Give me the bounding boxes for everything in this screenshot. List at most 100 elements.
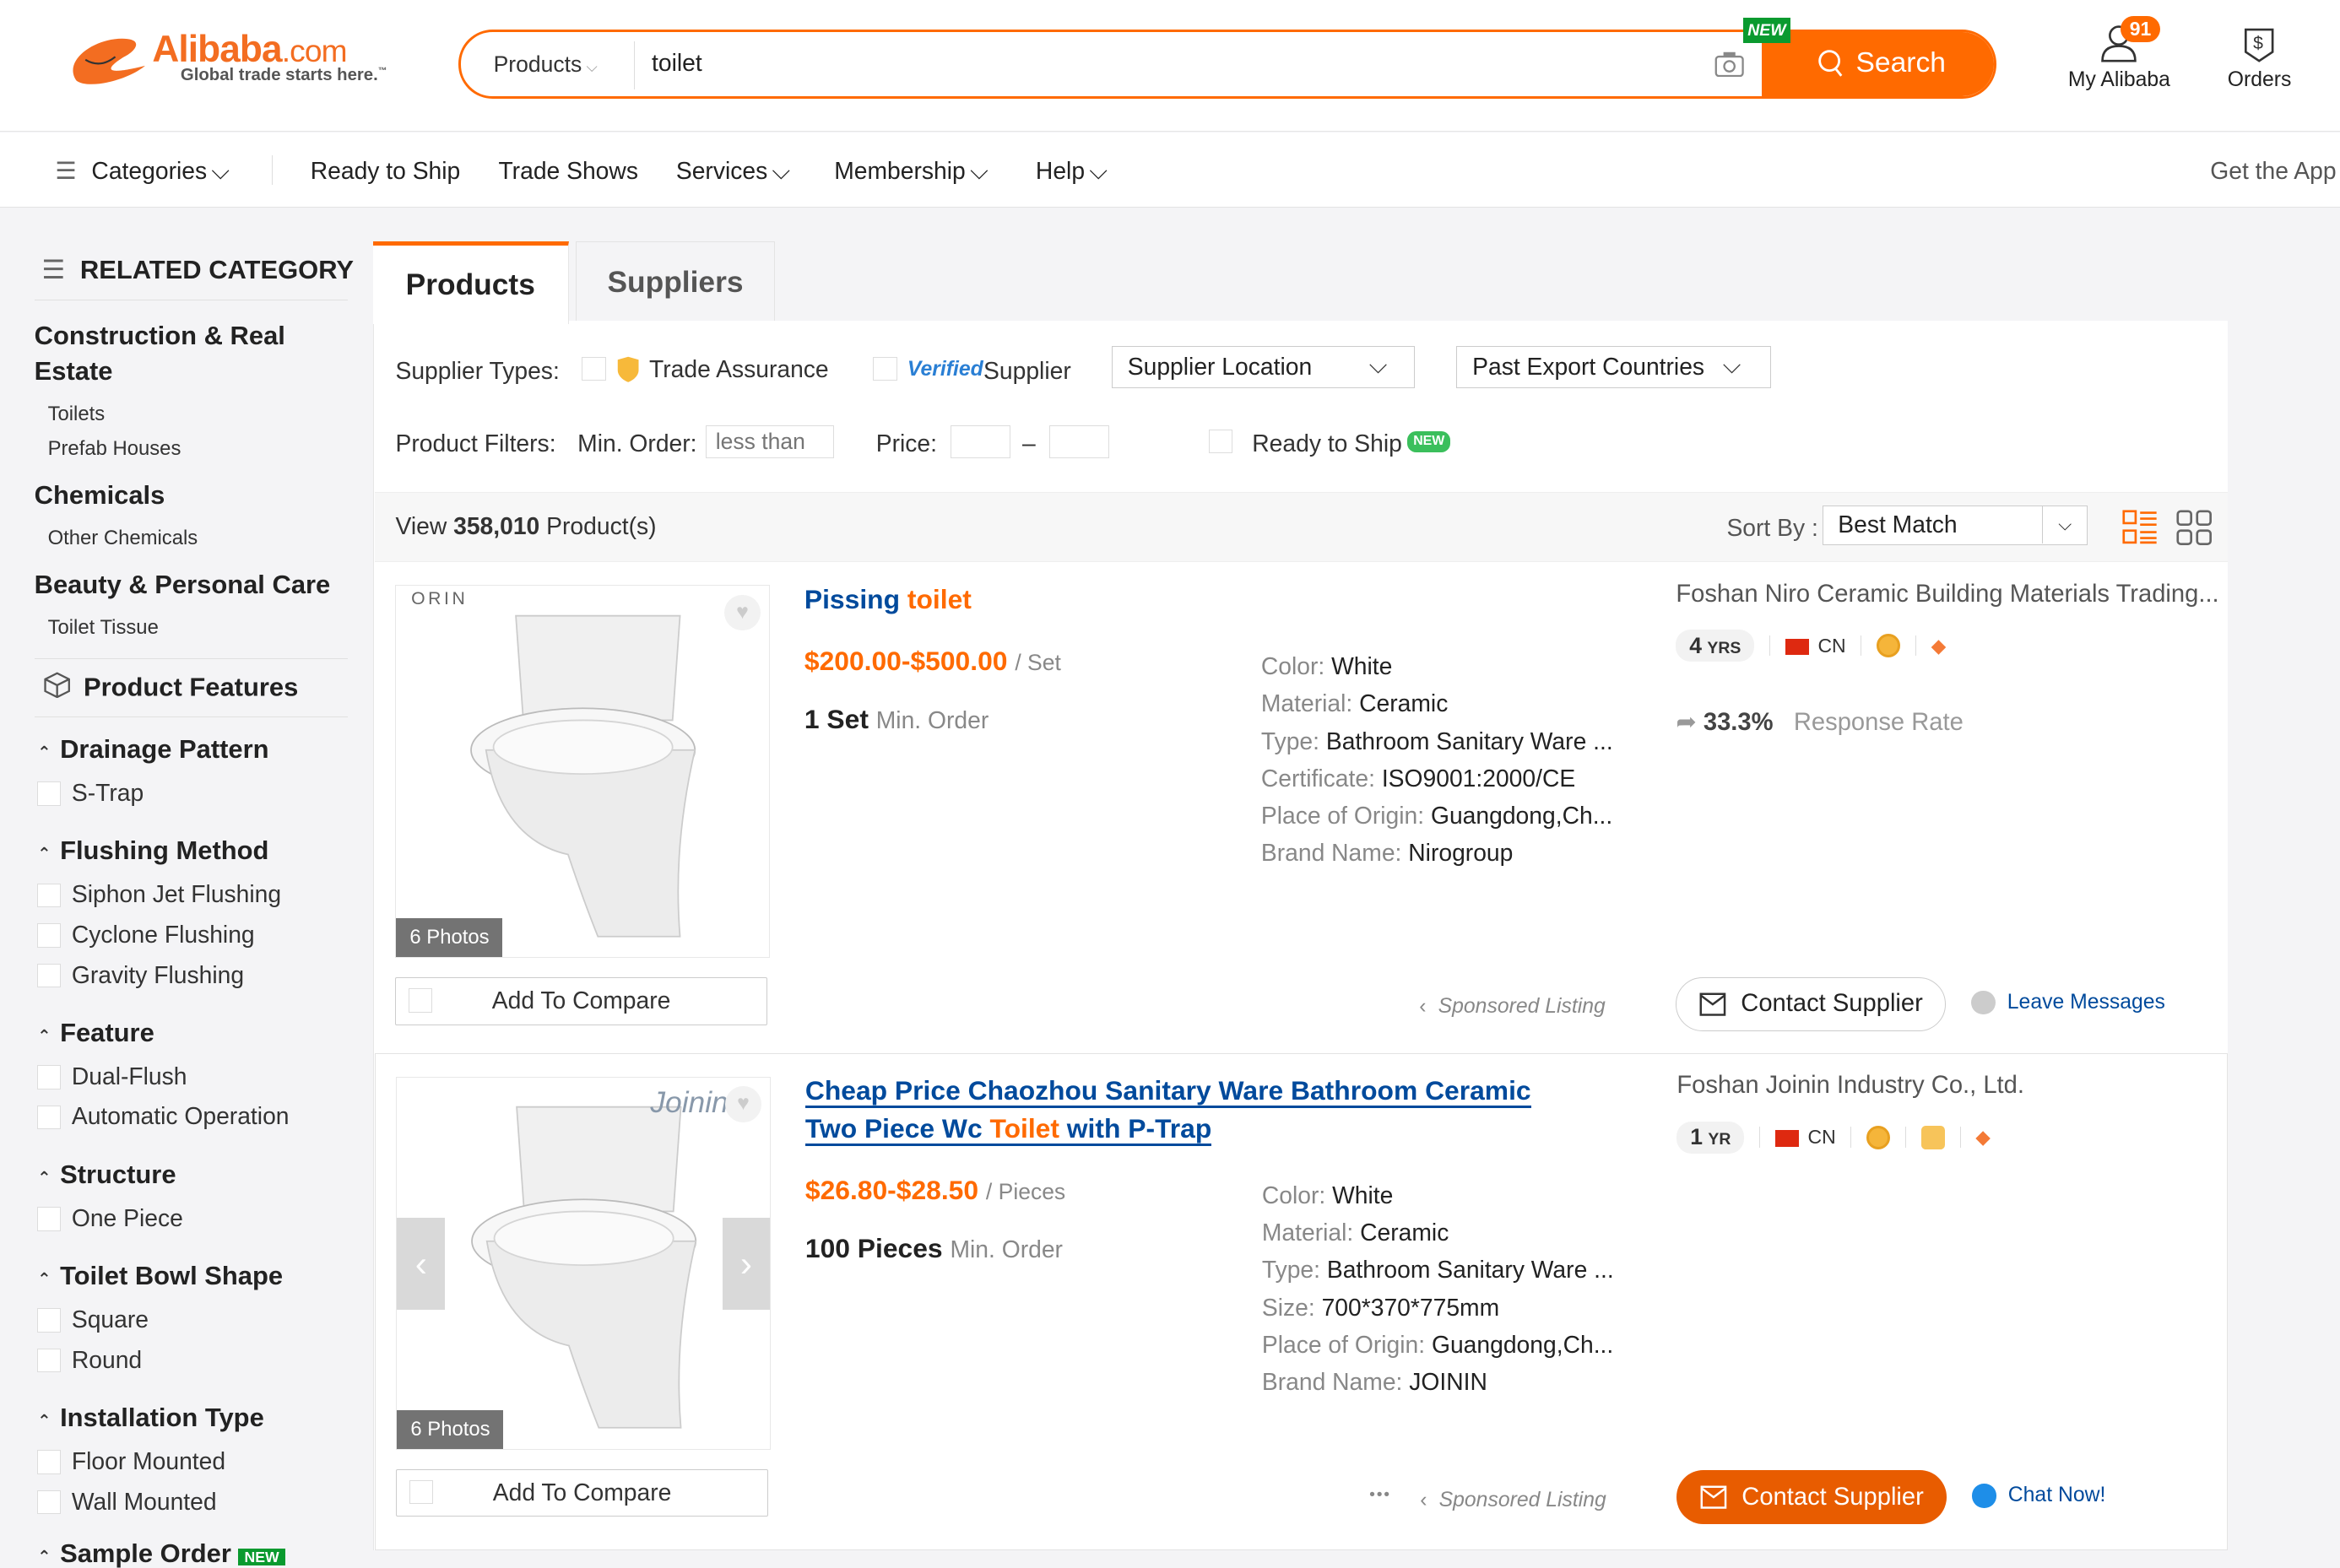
new-badge: NEW xyxy=(238,1549,285,1566)
search-icon xyxy=(1817,50,1842,77)
search-button[interactable]: Search xyxy=(1762,32,1995,96)
feature-checkbox[interactable] xyxy=(37,923,62,948)
nav-ready-to-ship[interactable]: Ready to Ship xyxy=(311,157,461,185)
feature-group-toggle[interactable]: ⌃ Sample Order NEW xyxy=(37,1540,285,1567)
chat-now-link[interactable]: Chat Now! xyxy=(1972,1484,2105,1508)
feature-checkbox[interactable] xyxy=(37,1349,62,1373)
feature-checkbox[interactable] xyxy=(37,964,62,988)
grid-view-icon[interactable] xyxy=(2176,510,2212,545)
list-view-icon[interactable] xyxy=(2122,510,2158,545)
contact-supplier-button[interactable]: Contact Supplier xyxy=(1676,976,1947,1031)
supplier-name-link[interactable]: Foshan Joinin Industry Co., Ltd. xyxy=(1676,1072,2024,1100)
feature-checkbox[interactable] xyxy=(37,1207,62,1231)
feature-option[interactable]: Square xyxy=(72,1306,149,1333)
photo-count[interactable]: 6 Photos xyxy=(396,918,503,957)
feature-checkbox[interactable] xyxy=(37,781,62,806)
feature-checkbox[interactable] xyxy=(37,883,62,907)
chevron-up-icon: ⌃ xyxy=(37,845,51,864)
search-input[interactable] xyxy=(652,48,1697,77)
tab-products[interactable]: Products xyxy=(372,241,569,324)
category-group-title[interactable]: Beauty & Personal Care xyxy=(35,567,333,603)
count-value: 358,010 xyxy=(453,512,540,540)
add-to-compare-button[interactable]: Add To Compare xyxy=(396,1468,768,1517)
feature-group-toggle[interactable]: ⌃ Structure xyxy=(37,1160,176,1190)
gold-supplier-icon xyxy=(1877,633,1901,658)
feature-option[interactable]: Gravity Flushing xyxy=(72,961,244,989)
feature-checkbox[interactable] xyxy=(37,1065,62,1089)
feature-checkbox[interactable] xyxy=(37,1106,62,1130)
category-group-title[interactable]: Chemicals xyxy=(35,478,333,513)
verified-supplier-checkbox[interactable] xyxy=(873,356,897,381)
feature-group-toggle[interactable]: ⌃ Drainage Pattern xyxy=(37,734,268,765)
category-link[interactable]: Toilets xyxy=(48,403,106,426)
product-title-link[interactable]: Cheap Price Chaozhou Sanitary Ware Bathr… xyxy=(804,1072,1581,1146)
next-image-arrow[interactable]: › xyxy=(722,1217,771,1311)
china-flag-icon xyxy=(1774,1130,1799,1147)
product-image[interactable] xyxy=(426,601,755,944)
feature-option[interactable]: Dual-Flush xyxy=(72,1062,187,1090)
logo-name: Alibaba xyxy=(152,28,282,70)
contact-supplier-button[interactable]: Contact Supplier xyxy=(1676,1470,1947,1524)
trade-assurance-checkbox[interactable] xyxy=(582,356,606,381)
product-image-box[interactable]: Joinin ♥ ‹ › 6 Photos xyxy=(396,1076,772,1450)
product-title-link[interactable]: Pissing toilet xyxy=(804,581,1580,618)
tab-suppliers[interactable]: Suppliers xyxy=(576,241,775,322)
feature-checkbox[interactable] xyxy=(37,1490,62,1515)
supplier-name-link[interactable]: Foshan Niro Ceramic Building Materials T… xyxy=(1676,581,2218,608)
get-the-app-link[interactable]: Get the App xyxy=(2210,157,2336,185)
feature-option[interactable]: Floor Mounted xyxy=(72,1447,225,1475)
leave-messages-link[interactable]: Leave Messages xyxy=(1971,990,2165,1015)
price-max-input[interactable] xyxy=(1048,424,1109,458)
past-export-dropdown[interactable]: Past Export Countries ⌵ xyxy=(1456,346,1772,388)
feature-group-toggle[interactable]: ⌃ Installation Type xyxy=(37,1403,264,1433)
nav-membership[interactable]: Membership ⌵ xyxy=(834,157,988,186)
feature-option[interactable]: S-Trap xyxy=(72,779,144,807)
feature-group-toggle[interactable]: ⌃ Toilet Bowl Shape xyxy=(37,1261,283,1291)
attribute-row: Brand Name: JOININ xyxy=(1262,1363,1614,1400)
heart-icon[interactable]: ♥ xyxy=(725,1086,761,1122)
photo-count[interactable]: 6 Photos xyxy=(397,1409,504,1449)
heart-icon[interactable]: ♥ xyxy=(724,594,761,631)
orders-button[interactable]: $ Orders xyxy=(2224,24,2295,92)
alibaba-logo-icon[interactable] xyxy=(68,33,157,87)
title-post: with P-Trap xyxy=(1059,1112,1212,1144)
category-link[interactable]: Other Chemicals xyxy=(48,527,198,550)
category-group-title[interactable]: Construction & Real Estate xyxy=(35,318,333,390)
categories-menu[interactable]: ☰ Categories ⌵ xyxy=(55,157,229,186)
camera-icon[interactable] xyxy=(1714,51,1744,78)
nav-help[interactable]: Help ⌵ xyxy=(1036,157,1108,186)
feature-option[interactable]: Automatic Operation xyxy=(72,1102,290,1130)
chevron-down-icon: ⌵ xyxy=(2042,506,2087,543)
category-link[interactable]: Prefab Houses xyxy=(48,437,181,461)
notification-badge[interactable]: 91 xyxy=(2121,16,2160,42)
product-image[interactable] xyxy=(427,1092,756,1436)
feature-option[interactable]: Cyclone Flushing xyxy=(72,921,255,949)
ready-to-ship-checkbox[interactable] xyxy=(1208,430,1233,454)
chat-icon xyxy=(1972,1484,1996,1508)
sort-dropdown[interactable]: Best Match ⌵ xyxy=(1822,505,2088,546)
category-link[interactable]: Toilet Tissue xyxy=(48,616,159,640)
feature-option[interactable]: Siphon Jet Flushing xyxy=(72,880,281,908)
feature-group-toggle[interactable]: ⌃ Feature xyxy=(37,1018,154,1048)
prev-image-arrow[interactable]: ‹ xyxy=(397,1217,446,1311)
nav-services[interactable]: Services ⌵ xyxy=(676,157,790,186)
more-options-icon[interactable]: ••• xyxy=(1369,1485,1391,1505)
supplier-location-dropdown[interactable]: Supplier Location ⌵ xyxy=(1112,346,1415,388)
feature-checkbox[interactable] xyxy=(37,1450,62,1474)
min-order-input[interactable] xyxy=(706,424,835,458)
feature-option[interactable]: One Piece xyxy=(72,1204,183,1232)
compare-checkbox[interactable] xyxy=(409,1479,433,1505)
feature-option[interactable]: Wall Mounted xyxy=(72,1488,217,1516)
add-to-compare-button[interactable]: Add To Compare xyxy=(395,976,767,1025)
price-min-input[interactable] xyxy=(951,424,1010,458)
compare-checkbox[interactable] xyxy=(408,988,432,1013)
feature-checkbox[interactable] xyxy=(37,1308,62,1333)
compare-label: Add To Compare xyxy=(492,1478,672,1506)
contact-supplier-label: Contact Supplier xyxy=(1741,1483,1924,1511)
nav-trade-shows[interactable]: Trade Shows xyxy=(498,157,637,185)
feature-option[interactable]: Round xyxy=(72,1346,142,1374)
country-code: CN xyxy=(1807,1126,1836,1149)
product-image-box[interactable]: ORIN ♥ 6 Photos xyxy=(395,585,771,958)
feature-group-toggle[interactable]: ⌃ Flushing Method xyxy=(37,835,268,866)
search-category-dropdown[interactable]: Products ⌵ xyxy=(494,51,598,78)
